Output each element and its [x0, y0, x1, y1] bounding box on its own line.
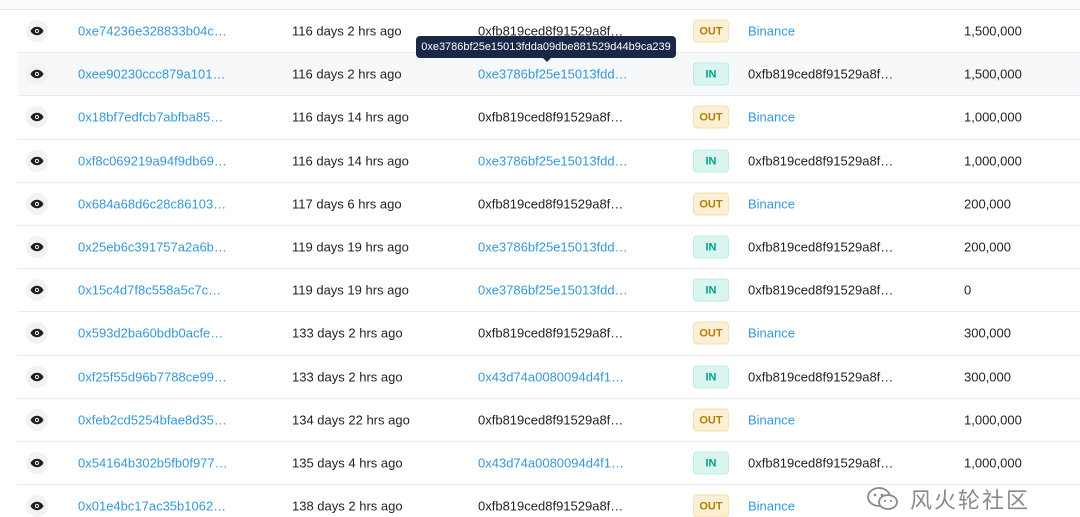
eye-icon[interactable]	[26, 408, 48, 431]
watermark: 风火轮社区	[866, 484, 1030, 514]
from-address[interactable]: 0xe3786bf25e15013fdd…	[478, 67, 628, 82]
table-row: 0x593d2ba60bdb0acfe… 133 days 2 hrs ago 0x…	[18, 312, 1080, 356]
wechat-logo-icon	[867, 487, 898, 510]
tx-age: 116 days 14 hrs ago	[292, 153, 409, 169]
direction-badge: OUT	[693, 105, 729, 129]
tx-age: 133 days 2 hrs ago	[292, 325, 403, 341]
tx-hash-link[interactable]: 0x684a68d6c28c86103…	[78, 196, 226, 211]
from-address[interactable]: 0x43d74a0080094d4f1…	[478, 455, 624, 470]
eye-icon[interactable]	[26, 192, 48, 215]
to-address[interactable]: Binance	[748, 24, 795, 39]
tx-value: 1,000,000	[964, 455, 1022, 471]
eye-icon[interactable]	[26, 451, 48, 474]
table-row: 0x18bf7edfcb7abfba85… 116 days 14 hrs ago…	[18, 96, 1080, 140]
to-address: 0xfb819ced8f91529a8f…	[748, 455, 894, 471]
tx-age: 119 days 19 hrs ago	[292, 282, 409, 298]
to-address: 0xfb819ced8f91529a8f…	[748, 282, 894, 298]
tx-age: 117 days 6 hrs ago	[292, 196, 402, 212]
eye-icon[interactable]	[26, 63, 48, 86]
from-address: 0xfb819ced8f91529a8f…	[478, 325, 624, 341]
tx-value: 300,000	[964, 369, 1011, 385]
table-row: 0x54164b302b5fb0f977… 135 days 4 hrs ago 0…	[18, 442, 1080, 486]
tx-hash-link[interactable]: 0xfeb2cd5254bfae8d35…	[78, 412, 227, 427]
to-address[interactable]: Binance	[748, 499, 795, 514]
tx-age: 135 days 4 hrs ago	[292, 455, 403, 471]
table-row: 0xfeb2cd5254bfae8d35… 134 days 22 hrs ago…	[18, 399, 1080, 442]
tx-value: 300,000	[964, 325, 1011, 341]
eye-icon[interactable]	[26, 322, 48, 345]
transactions-table: 0xe74236e328833b04c… 116 days 2 hrs ago 0x…	[18, 10, 1080, 517]
from-address: 0xfb819ced8f91529a8f…	[478, 196, 624, 212]
tx-hash-link[interactable]: 0x15c4d7f8c558a5c7c…	[78, 283, 221, 298]
direction-badge: OUT	[693, 408, 729, 432]
direction-badge: OUT	[693, 192, 729, 216]
to-address[interactable]: Binance	[748, 412, 795, 427]
direction-badge: OUT	[693, 19, 729, 43]
to-address: 0xfb819ced8f91529a8f…	[748, 153, 894, 169]
eye-icon[interactable]	[26, 236, 48, 259]
direction-badge: IN	[693, 365, 729, 389]
tx-hash-link[interactable]: 0x593d2ba60bdb0acfe…	[78, 326, 223, 341]
tx-value: 1,000,000	[964, 412, 1022, 428]
direction-badge: OUT	[693, 494, 729, 517]
tx-value: 200,000	[964, 239, 1011, 255]
tx-age: 116 days 14 hrs ago	[292, 109, 409, 125]
address-tooltip: 0xe3786bf25e15013fdda09dbe881529d44b9ca2…	[416, 36, 676, 62]
eye-icon[interactable]	[26, 495, 48, 517]
direction-badge: IN	[693, 451, 729, 475]
tx-value: 1,000,000	[964, 153, 1022, 169]
tx-age: 138 days 2 hrs ago	[292, 498, 403, 514]
to-address[interactable]: Binance	[748, 326, 795, 341]
tx-hash-link[interactable]: 0x54164b302b5fb0f977…	[78, 455, 228, 470]
from-address[interactable]: 0xe3786bf25e15013fdd…	[478, 153, 628, 168]
direction-badge: IN	[693, 149, 729, 173]
watermark-text: 风火轮社区	[910, 489, 1031, 514]
eye-icon[interactable]	[26, 365, 48, 388]
from-address: 0xfb819ced8f91529a8f…	[478, 498, 624, 514]
eye-icon[interactable]	[26, 279, 48, 302]
table-row: 0xf8c069219a94f9db69… 116 days 14 hrs ago…	[18, 140, 1080, 183]
from-address[interactable]: 0xe3786bf25e15013fdd…	[478, 240, 628, 255]
tx-age: 116 days 2 hrs ago	[292, 23, 402, 39]
tx-hash-link[interactable]: 0x01e4bc17ac35b1062…	[78, 499, 226, 514]
tooltip-arrow	[542, 57, 552, 62]
eye-icon[interactable]	[26, 20, 48, 43]
from-address[interactable]: 0x43d74a0080094d4f1…	[478, 369, 624, 384]
tx-age: 119 days 19 hrs ago	[292, 239, 409, 255]
tx-hash-link[interactable]: 0xf8c069219a94f9db69…	[78, 153, 227, 168]
direction-badge: IN	[693, 235, 729, 259]
direction-badge: IN	[693, 62, 729, 86]
table-row: 0x15c4d7f8c558a5c7c… 119 days 19 hrs ago 0…	[18, 269, 1080, 313]
tx-value: 1,500,000	[964, 66, 1022, 82]
to-address: 0xfb819ced8f91529a8f…	[748, 239, 894, 255]
eye-icon[interactable]	[26, 149, 48, 172]
to-address: 0xfb819ced8f91529a8f…	[748, 369, 894, 385]
tx-value: 1,000,000	[964, 109, 1022, 125]
tx-age: 133 days 2 hrs ago	[292, 369, 403, 385]
to-address[interactable]: Binance	[748, 110, 795, 125]
tx-age: 116 days 2 hrs ago	[292, 66, 402, 82]
tx-value: 200,000	[964, 196, 1011, 212]
tx-hash-link[interactable]: 0xf25f55d96b7788ce99…	[78, 369, 227, 384]
from-address[interactable]: 0xe3786bf25e15013fdd…	[478, 283, 628, 298]
table-row: 0x684a68d6c28c86103… 117 days 6 hrs ago 0x…	[18, 183, 1080, 226]
tx-hash-link[interactable]: 0x18bf7edfcb7abfba85…	[78, 110, 223, 125]
direction-badge: IN	[693, 278, 729, 302]
eye-icon[interactable]	[26, 106, 48, 129]
tx-hash-link[interactable]: 0xe74236e328833b04c…	[78, 24, 227, 39]
direction-badge: OUT	[693, 321, 729, 345]
table-row: 0xf25f55d96b7788ce99… 133 days 2 hrs ago 0…	[18, 356, 1080, 399]
tx-value: 1,500,000	[964, 23, 1022, 39]
tx-age: 134 days 22 hrs ago	[292, 412, 410, 428]
table-row: 0x25eb6c391757a2a6b… 119 days 19 hrs ago 0…	[18, 226, 1080, 270]
tx-hash-link[interactable]: 0xee90230ccc879a101…	[78, 67, 225, 82]
tx-hash-link[interactable]: 0x25eb6c391757a2a6b…	[78, 240, 227, 255]
to-address[interactable]: Binance	[748, 196, 795, 211]
tx-value: 0	[964, 282, 972, 298]
tooltip-text: 0xe3786bf25e15013fdda09dbe881529d44b9ca2…	[421, 41, 671, 53]
from-address: 0xfb819ced8f91529a8f…	[478, 109, 624, 125]
from-address: 0xfb819ced8f91529a8f…	[478, 412, 624, 428]
to-address: 0xfb819ced8f91529a8f…	[748, 66, 894, 82]
table-header-edge	[0, 0, 1080, 10]
